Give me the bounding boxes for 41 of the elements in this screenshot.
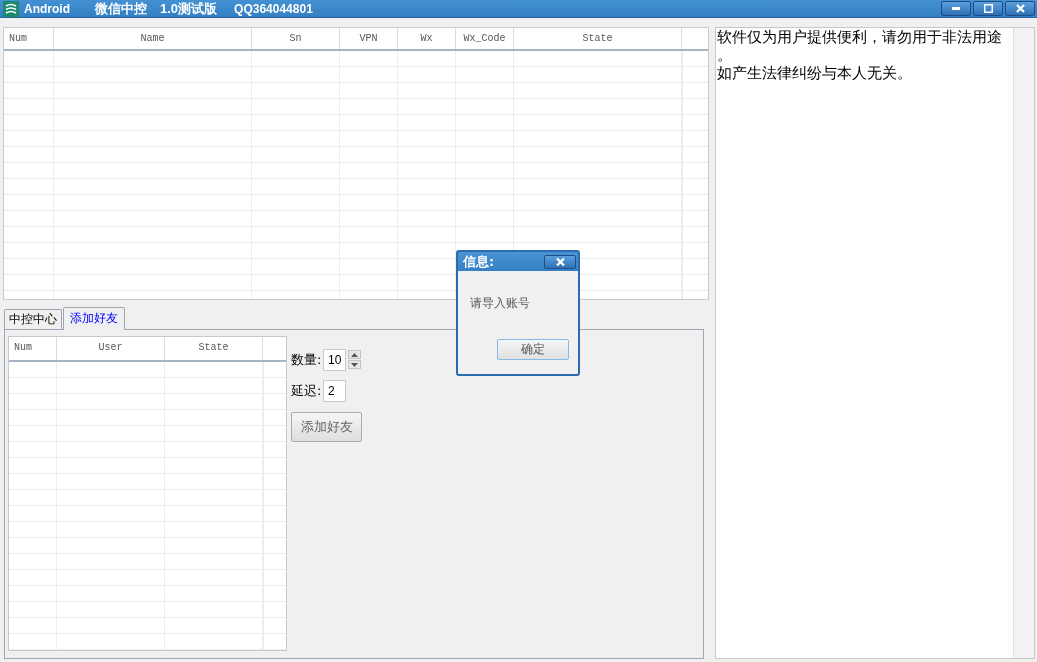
tab[interactable]: 中控中心 bbox=[4, 309, 62, 329]
spin-down-button[interactable] bbox=[348, 360, 361, 369]
column-header[interactable]: Num bbox=[9, 337, 57, 360]
spin-up-button[interactable] bbox=[348, 350, 361, 359]
column-header[interactable]: Name bbox=[54, 28, 252, 49]
column-header[interactable]: State bbox=[165, 337, 263, 360]
close-button[interactable] bbox=[1005, 1, 1035, 16]
add-friend-button[interactable]: 添加好友 bbox=[291, 412, 362, 442]
column-header[interactable]: Num bbox=[4, 28, 54, 49]
column-header[interactable]: VPN bbox=[340, 28, 398, 49]
field-label: 延迟: bbox=[291, 381, 323, 400]
window-title: QQ364044801 bbox=[234, 1, 313, 16]
up-arrow-icon bbox=[351, 352, 358, 357]
window-title: 1.0测试版 bbox=[160, 0, 218, 18]
maximize-icon bbox=[983, 4, 993, 13]
dialog-title: 信息: bbox=[463, 252, 495, 271]
column-header[interactable]: Wx_Code bbox=[456, 28, 514, 49]
notice-text: 软件仅为用户提供便利，请勿用于非法用途。 bbox=[717, 28, 1003, 64]
maximize-button[interactable] bbox=[973, 1, 1003, 16]
scrollbar[interactable] bbox=[1013, 27, 1035, 659]
window-title: Android bbox=[24, 1, 70, 16]
column-header[interactable]: User bbox=[57, 337, 165, 360]
ok-button[interactable]: 确定 bbox=[497, 339, 569, 360]
close-icon bbox=[555, 257, 565, 266]
column-header[interactable]: Wx bbox=[398, 28, 456, 49]
notice-text-area[interactable]: 软件仅为用户提供便利，请勿用于非法用途。 如产生法律纠纷与本人无关。 bbox=[715, 27, 1013, 659]
tab[interactable]: 添加好友 bbox=[63, 307, 125, 330]
column-header[interactable]: State bbox=[514, 28, 682, 49]
field-label: 数量: bbox=[291, 350, 323, 369]
input-field[interactable]: 2 bbox=[323, 379, 346, 402]
column-header[interactable]: Sn bbox=[252, 28, 340, 49]
notice-text: 如产生法律纠纷与本人无关。 bbox=[717, 64, 913, 82]
down-arrow-icon bbox=[351, 362, 358, 367]
minimize-button[interactable] bbox=[941, 1, 971, 16]
close-icon bbox=[1015, 4, 1025, 13]
minimize-icon bbox=[952, 7, 960, 10]
input-field[interactable]: 10 bbox=[323, 348, 346, 371]
app-icon bbox=[3, 0, 19, 17]
close-button[interactable] bbox=[544, 254, 576, 269]
window-title: 微信中控 bbox=[95, 0, 147, 18]
dialog-message: 请导入账号 bbox=[469, 295, 531, 312]
